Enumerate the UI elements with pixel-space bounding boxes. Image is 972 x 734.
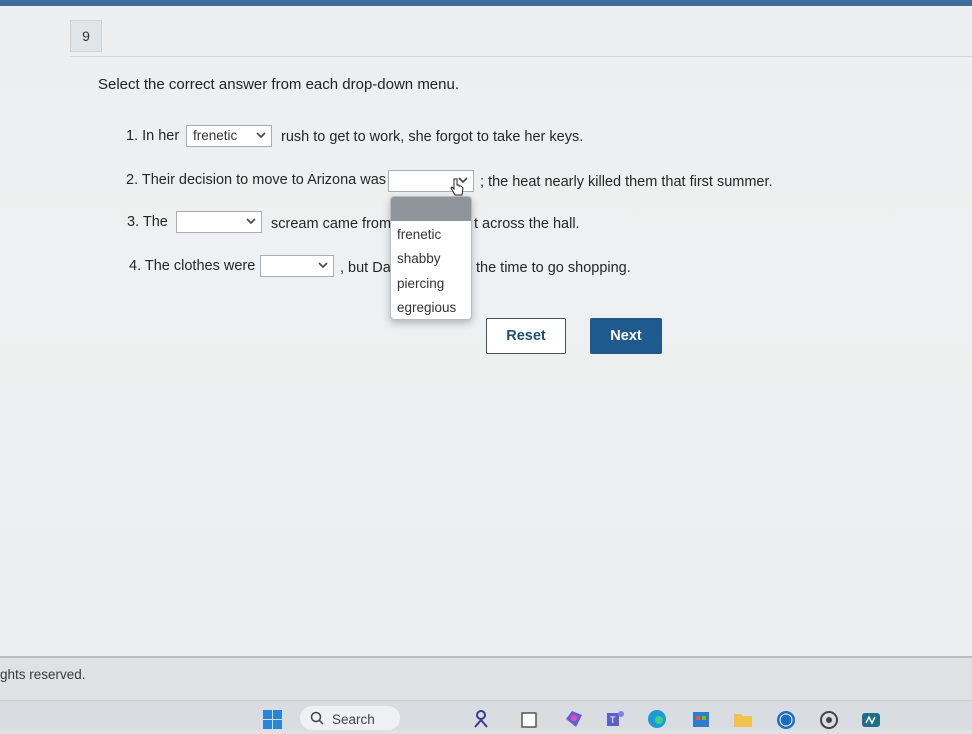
item-2-after: ; the heat nearly killed them that first… xyxy=(480,174,773,190)
item-3-after: scream came from xyxy=(271,216,392,232)
taskbar: Search T xyxy=(0,700,972,730)
next-button[interactable]: Next xyxy=(590,318,662,354)
folder-icon[interactable] xyxy=(732,707,754,729)
edge-icon[interactable] xyxy=(646,707,668,729)
dropdown-option[interactable]: egregious xyxy=(397,300,456,315)
instruction-text: Select the correct answer from each drop… xyxy=(98,76,460,93)
item-4-after: , but Da xyxy=(340,260,391,276)
svg-text:T: T xyxy=(610,715,616,725)
item-4-after-tail: the time to go shopping. xyxy=(476,260,631,276)
copilot-icon[interactable] xyxy=(563,707,585,729)
dropdown-blank-option[interactable] xyxy=(391,197,471,221)
search-icon xyxy=(310,711,324,725)
dropdown-option[interactable]: piercing xyxy=(397,276,444,291)
chrome-icon[interactable] xyxy=(818,707,840,729)
taskbar-search-label: Search xyxy=(332,712,375,727)
dropdown-options-list: frenetic shabby piercing egregious xyxy=(390,196,472,320)
teams-icon[interactable]: T xyxy=(604,707,626,729)
reset-button[interactable]: Reset xyxy=(486,318,566,354)
item-4-before: 4. The clothes were xyxy=(129,258,256,274)
item-1-after: rush to get to work, she forgot to take … xyxy=(281,129,584,145)
item-3-dropdown[interactable] xyxy=(176,211,262,233)
item-2-before: 2. Their decision to move to Arizona was xyxy=(126,172,387,188)
item-3-after-tail: t across the hall. xyxy=(474,216,580,232)
dropdown-option[interactable]: frenetic xyxy=(397,227,441,242)
dropdown-option[interactable]: shabby xyxy=(397,251,441,266)
people-icon[interactable] xyxy=(470,707,492,729)
item-1-before: 1. In her xyxy=(126,128,180,144)
chevron-down-icon xyxy=(318,262,328,269)
footer-divider xyxy=(0,656,972,658)
chevron-down-icon xyxy=(246,218,256,225)
chevron-down-icon xyxy=(256,132,266,139)
item-4-dropdown[interactable] xyxy=(260,255,334,277)
taskbar-search[interactable]: Search xyxy=(300,706,400,730)
copyright-text: ghts reserved. xyxy=(0,667,86,682)
divider xyxy=(70,56,972,57)
windows-start-icon[interactable] xyxy=(262,707,284,729)
item-3-before: 3. The xyxy=(127,214,168,230)
file-explorer-icon[interactable] xyxy=(518,707,540,729)
hand-cursor-icon xyxy=(450,178,464,196)
app-icon[interactable] xyxy=(860,707,882,729)
store-icon[interactable] xyxy=(690,707,712,729)
item-1-dropdown[interactable]: frenetic xyxy=(186,125,272,147)
dell-icon[interactable] xyxy=(775,707,797,729)
question-number: 9 xyxy=(70,20,102,52)
item-1-selected: frenetic xyxy=(193,128,238,143)
